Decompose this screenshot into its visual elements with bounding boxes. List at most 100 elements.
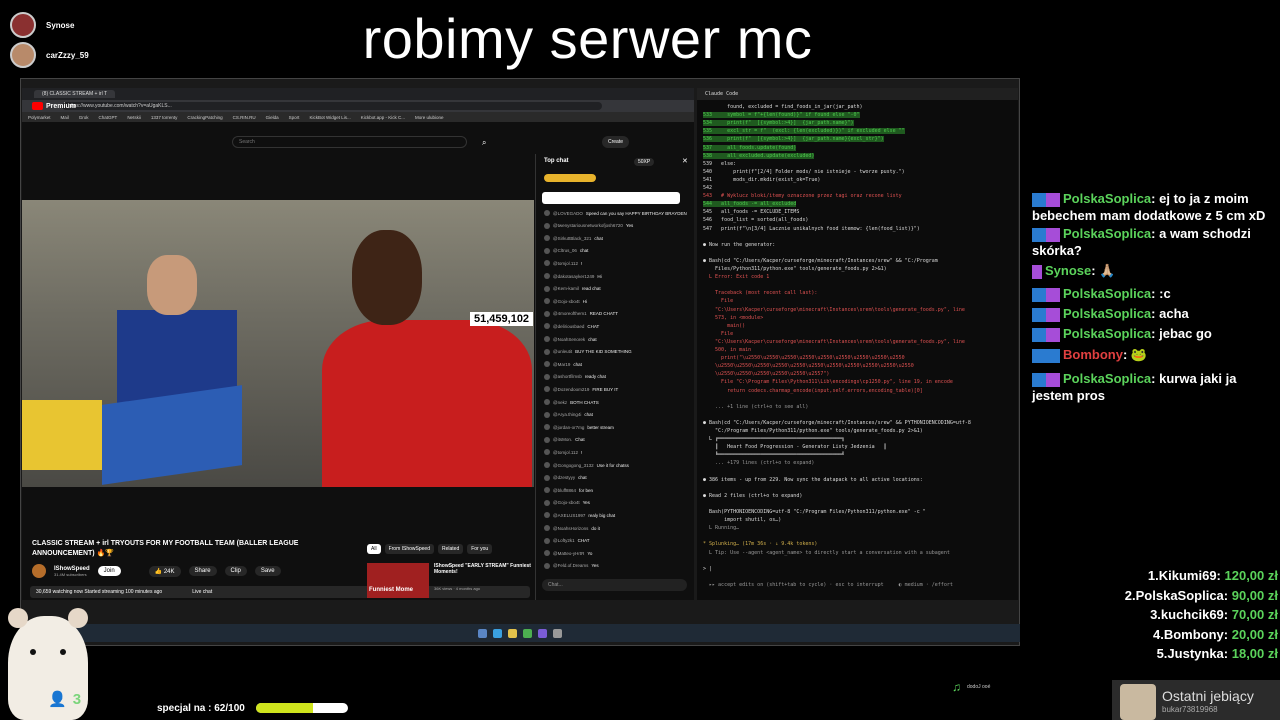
chat-author[interactable]: @dzestyyy	[553, 475, 575, 480]
chat-message: @unleutit BUY THE KID SOMETHING	[544, 348, 632, 355]
terminal-line: print("\u2550\u2550\u2550\u2550\u2550\u2…	[703, 355, 905, 362]
terminal-line: "C:\Users\Kacper\curseforge\minecraft\In…	[703, 338, 965, 345]
filter-chip[interactable]: Related	[437, 544, 464, 554]
chat-author[interactable]: @Gongogong_3132	[553, 463, 594, 468]
chat-author[interactable]: @LOVEGADO	[553, 211, 583, 216]
app-icon[interactable]	[538, 628, 547, 638]
chat-message: @AXELUS1997 realy big chat	[544, 512, 615, 519]
suggested-thumbnail[interactable]: Funniest Mome	[367, 563, 429, 598]
chat-message: @bluff8864 for ben	[544, 487, 593, 494]
chat-author[interactable]: @NoahSenorek	[553, 337, 585, 342]
chat-author[interactable]: @jordan-or7mg	[553, 425, 584, 430]
chat-author[interactable]: @Gojo-xbo4t	[553, 299, 580, 304]
chat-author[interactable]: @nekz	[553, 400, 567, 405]
bookmark-item[interactable]: Grok	[79, 115, 89, 120]
chat-input[interactable]: Chat...	[542, 579, 687, 591]
live-chat-link[interactable]: Live chat	[192, 589, 212, 595]
chat-author[interactable]: @unleutit	[553, 349, 572, 354]
donation-amount: 120,00 zł	[1224, 568, 1279, 583]
chat-author[interactable]: @bluff8864	[553, 488, 576, 493]
terminal-icon[interactable]	[553, 628, 562, 638]
chat-author[interactable]: @Matteo-yHrtR	[553, 551, 584, 556]
browser-tabbar: (8) CLASSIC STREAM + irl T	[22, 88, 694, 100]
bookmark-item[interactable]: 1337 torrenty	[151, 115, 178, 120]
rank: 2.	[1124, 587, 1136, 603]
overlay-chat-message: PolskaSoplica: :c	[1032, 285, 1277, 302]
suggested-meta: 36K views · 4 months ago	[434, 586, 481, 591]
folder-icon[interactable]	[508, 628, 517, 638]
avatar	[544, 386, 550, 393]
chat-author[interactable]: @tomjol.112	[553, 261, 578, 266]
bookmark-item[interactable]: Polymarket	[28, 115, 51, 120]
terminal-line: 537 all_foods.update(found)	[703, 144, 797, 151]
chat-author[interactable]: @AXELUS1997	[553, 513, 585, 518]
bookmark-item[interactable]: CS.RIN.RU	[233, 115, 256, 120]
bookmark-item[interactable]: Kickbot.app - Kick C...	[361, 115, 405, 120]
chat-author[interactable]: @Gojo-xbo4t	[553, 500, 580, 505]
chat-author: PolskaSoplica	[1063, 191, 1152, 206]
chat-header[interactable]: Top chat	[544, 158, 569, 164]
terminal-line: "C:\Users\Kacper\curseforge\minecraft\In…	[703, 306, 965, 313]
bookmark-item[interactable]: ChatGPT	[99, 115, 118, 120]
bookmark-item[interactable]: Gielda	[266, 115, 279, 120]
chat-text: Chat	[575, 437, 585, 443]
terminal-tab[interactable]: Claude Code	[697, 88, 1018, 100]
join-button[interactable]: Join	[97, 566, 121, 576]
chrome-icon[interactable]	[523, 628, 532, 638]
search-icon[interactable]	[493, 628, 502, 638]
video-player[interactable]	[22, 200, 534, 487]
chat-author[interactable]: @Arya.thing4i	[553, 412, 581, 417]
chat-message: @deliriousbaed CHAT	[544, 323, 599, 330]
filter-chip[interactable]: From IShowSpeed	[384, 544, 434, 554]
bookmark-item[interactable]: Sport	[289, 115, 300, 120]
bookmark-item[interactable]: Netskii	[127, 115, 141, 120]
terminal-line: ● Now run the generator:	[703, 241, 776, 248]
chat-author[interactable]: @deliriousbaed	[553, 324, 584, 329]
chat-author[interactable]: @SirkuttBlack_321	[553, 236, 591, 241]
terminal-line: 544 all_foods -= all_excluded	[703, 201, 797, 208]
chat-author[interactable]: @4moreofthem1	[553, 311, 587, 316]
view-counter-overlay: 51,459,102	[470, 312, 534, 326]
terminal-line: 539 else:	[703, 160, 737, 167]
chat-author[interactable]: @Feld.of.Dreams	[553, 563, 588, 568]
search-icon[interactable]: ⌕	[482, 138, 486, 148]
close-icon[interactable]: ✕	[682, 157, 688, 165]
chat-author[interactable]: @Mar19	[553, 362, 570, 367]
chat-text: !	[581, 449, 583, 455]
search-input[interactable]: Search	[232, 136, 467, 148]
url-input[interactable]: https://www.youtube.com/watch?v=aUgaKLS.…	[62, 102, 602, 110]
chat-author[interactable]: @Cltrus_06	[553, 248, 577, 253]
filter-chip[interactable]: For you	[467, 544, 493, 554]
windows-start-icon[interactable]	[478, 628, 487, 638]
chat-author[interactable]: @Lofty2k1	[553, 538, 575, 543]
browser-tab[interactable]: (8) CLASSIC STREAM + irl T	[34, 90, 116, 98]
overlay-chat-message: PolskaSoplica: a wam schodzi skórka?	[1032, 225, 1277, 259]
like-button[interactable]: 👍 24K	[148, 565, 181, 577]
pinned-message[interactable]	[542, 192, 680, 204]
youtube-logo[interactable]: Premium	[32, 102, 76, 110]
bookmark-item[interactable]: More ulubione	[415, 115, 444, 120]
avatar	[544, 562, 550, 569]
chat-author[interactable]: @Kem-kamil	[553, 286, 579, 291]
chat-author[interactable]: @twenystariousnetworkofjosh6720	[553, 223, 623, 228]
save-button[interactable]: Save	[254, 566, 281, 576]
filter-chip[interactable]: All	[367, 544, 381, 554]
bookmark-item[interactable]: CrackingPatching	[187, 115, 222, 120]
donor-name: Justynka:	[1167, 646, 1232, 661]
share-button[interactable]: Share	[188, 566, 217, 576]
bookmark-item[interactable]: KickBot Widget Lis...	[309, 115, 350, 120]
terminal-line: * Splunking… (17m 36s · ↓ 9.4k tokens)	[703, 541, 818, 548]
overlay-chat-message: Bombony: 🐸	[1032, 346, 1277, 363]
chat-author[interactable]: @Dozendoom219	[553, 387, 589, 392]
pinned-badge[interactable]	[544, 174, 596, 182]
chat-author[interactable]: @ashortfilmsb	[553, 374, 582, 379]
chat-author[interactable]: @NoahsHorizons	[553, 526, 588, 531]
chat-author[interactable]: @tomjol.112	[553, 450, 578, 455]
bookmark-item[interactable]: Mail	[61, 115, 69, 120]
create-button[interactable]: Create	[602, 136, 630, 148]
avatar[interactable]	[32, 564, 46, 578]
chat-author[interactable]: @itsMon.	[553, 437, 572, 442]
chat-author[interactable]: @dakotasayker1249	[553, 274, 594, 279]
clip-button[interactable]: Clip	[224, 566, 247, 576]
suggested-title[interactable]: IShowSpeed "EARLY STREAM" Funniest Momen…	[434, 563, 532, 575]
